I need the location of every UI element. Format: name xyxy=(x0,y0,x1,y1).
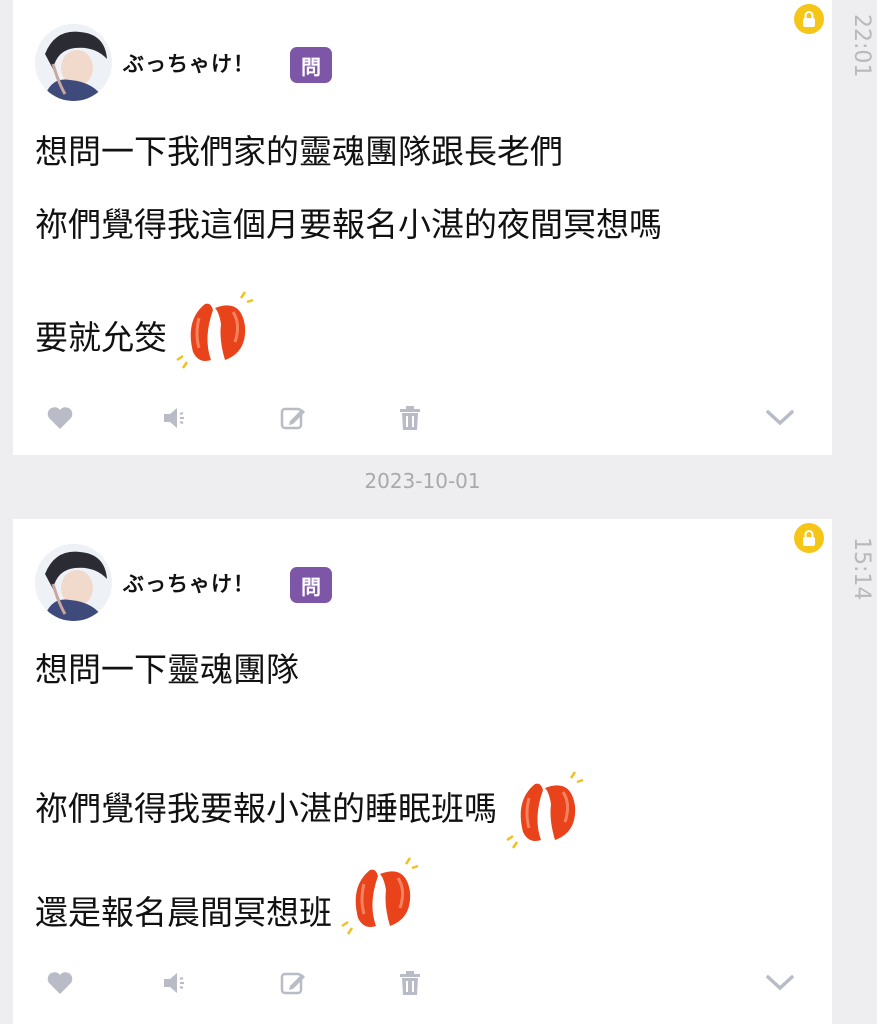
author-name: ぶっちゃけ！ xyxy=(123,572,255,596)
edit-icon[interactable] xyxy=(277,967,309,999)
lock-icon xyxy=(794,4,824,34)
chevron-down-icon[interactable] xyxy=(764,967,796,999)
speaker-icon[interactable] xyxy=(159,967,191,999)
edit-icon[interactable] xyxy=(277,402,309,434)
moon-blocks-icon xyxy=(505,770,585,856)
entry-time: 22:01 xyxy=(849,14,874,78)
action-bar xyxy=(13,402,832,442)
entry-text-line: 要就允筊 xyxy=(35,291,255,376)
entry-text-line: 想問一下我們家的靈魂團隊跟長老們 xyxy=(35,132,563,171)
question-badge: 問 xyxy=(290,47,332,83)
author-name: ぶっちゃけ！ xyxy=(123,52,255,76)
lock-icon xyxy=(794,523,824,553)
diary-entry-card[interactable]: ぶっちゃけ！ 問 想問一下靈魂團隊 祢們覺得我要報小湛的睡眠班嗎 還是報名晨間冥… xyxy=(13,519,832,1024)
question-badge: 問 xyxy=(290,567,332,603)
action-bar xyxy=(13,967,832,1007)
entry-time: 15:14 xyxy=(849,537,874,601)
entry-text-line: 祢們覺得我這個月要報名小湛的夜間冥想嗎 xyxy=(35,205,662,244)
avatar[interactable] xyxy=(35,544,112,621)
trash-icon[interactable] xyxy=(394,402,426,434)
heart-icon[interactable] xyxy=(44,402,76,434)
entry-text-line: 還是報名晨間冥想班 xyxy=(35,857,420,942)
entry-text-line: 想問一下靈魂團隊 xyxy=(35,650,299,689)
trash-icon[interactable] xyxy=(394,967,426,999)
moon-blocks-icon xyxy=(340,856,420,942)
avatar[interactable] xyxy=(35,24,112,101)
entry-text-line: 祢們覺得我要報小湛的睡眠班嗎 xyxy=(35,762,585,856)
moon-blocks-icon xyxy=(175,290,255,376)
heart-icon[interactable] xyxy=(44,967,76,999)
date-separator: 2023-10-01 xyxy=(364,469,481,493)
speaker-icon[interactable] xyxy=(159,402,191,434)
chevron-down-icon[interactable] xyxy=(764,402,796,434)
diary-entry-card[interactable]: ぶっちゃけ！ 問 想問一下我們家的靈魂團隊跟長老們 祢們覺得我這個月要報名小湛的… xyxy=(13,0,832,455)
